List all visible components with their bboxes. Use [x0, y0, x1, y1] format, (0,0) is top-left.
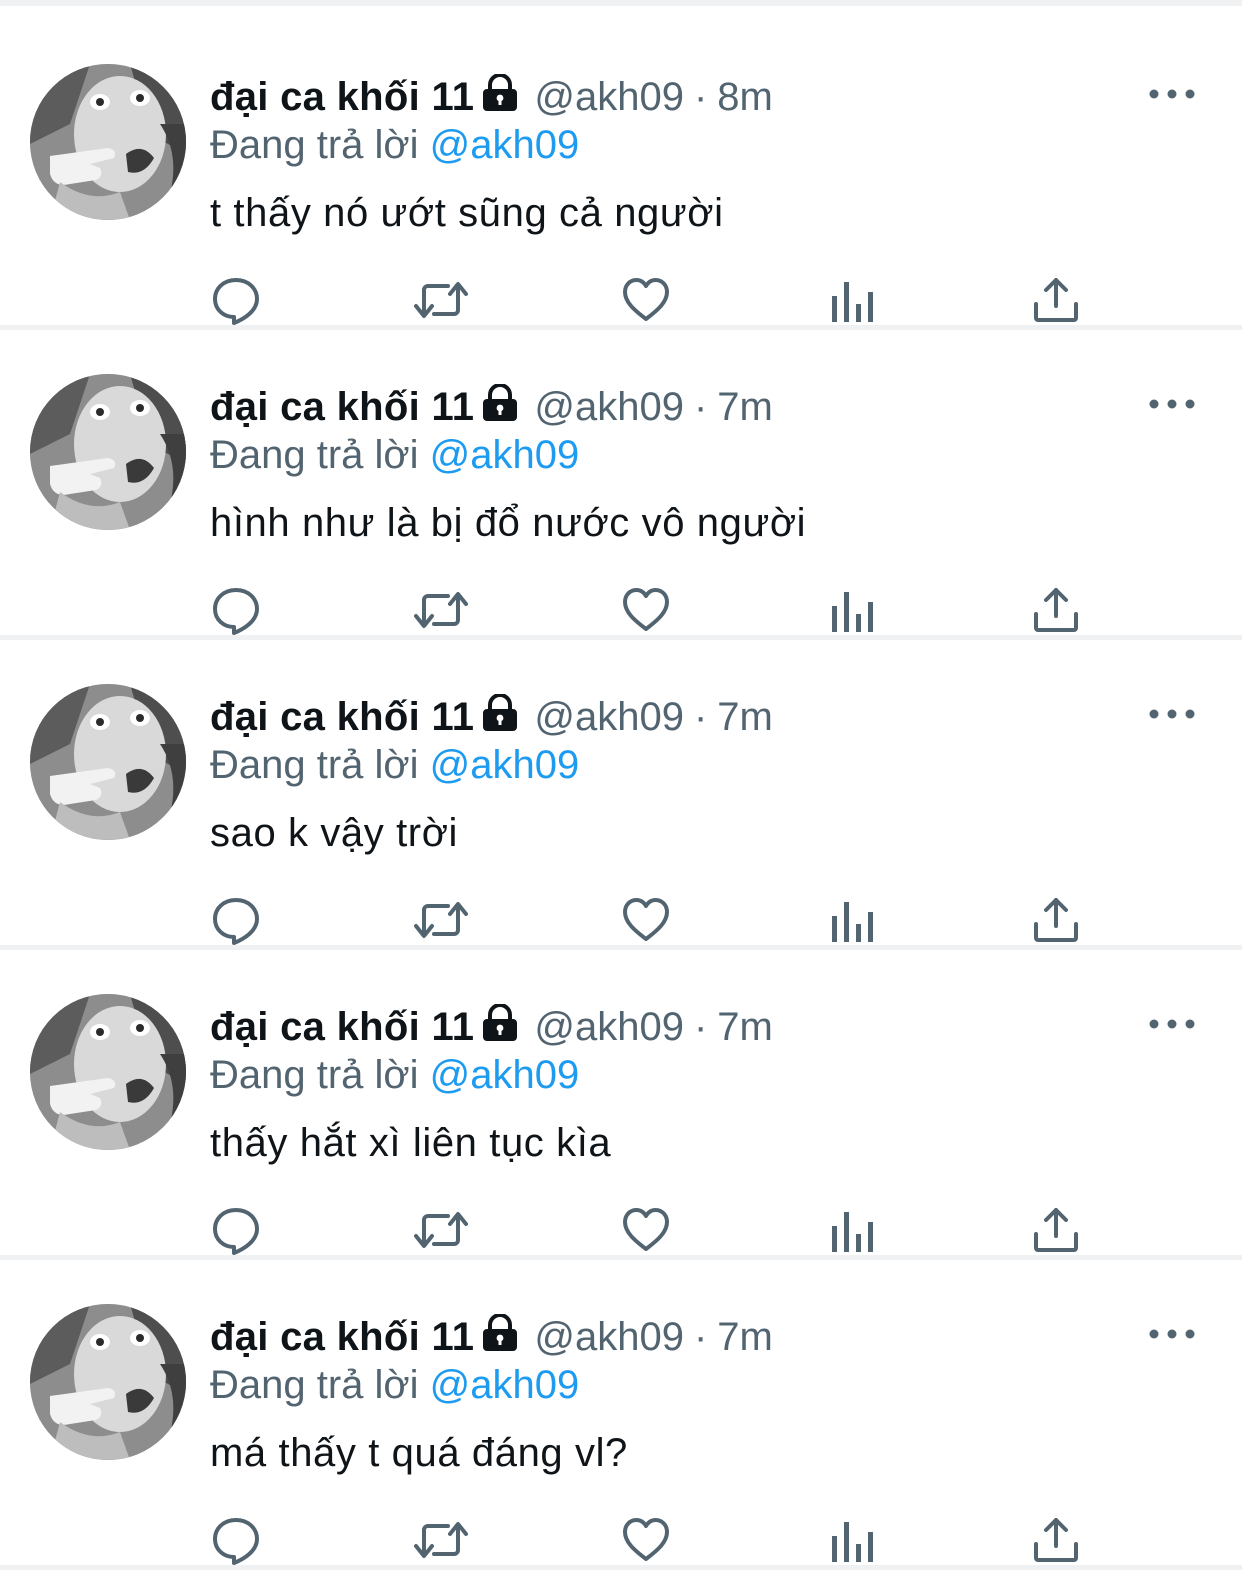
- retweet-icon[interactable]: [414, 1514, 468, 1566]
- tweet-text: thấy hắt xì liên tục kìa: [210, 1121, 612, 1165]
- share-icon[interactable]: [1030, 584, 1082, 636]
- share-icon[interactable]: [1030, 274, 1082, 326]
- avatar-image: [30, 64, 186, 220]
- reply-icon[interactable]: [210, 584, 262, 636]
- tweet-header: đại ca khối 11 @akh09 · 7m: [210, 382, 773, 432]
- tweet-header: đại ca khối 11 @akh09 · 8m: [210, 72, 773, 122]
- tweet-text: má thấy t quá đáng vl?: [210, 1431, 628, 1475]
- tweet[interactable]: đại ca khối 11 @akh09 · 7m Đang trả lời @ak…: [0, 330, 1242, 640]
- lock-icon: [480, 693, 520, 744]
- share-icon[interactable]: [1030, 1204, 1082, 1256]
- replying-to-label: Đang trả lời: [210, 433, 419, 477]
- lock-icon: [480, 1003, 520, 1054]
- tweet[interactable]: đại ca khối 11 @akh09 · 7m Đang trả lời @ak…: [0, 1260, 1242, 1570]
- more-icon[interactable]: [1148, 1006, 1196, 1042]
- timestamp[interactable]: 8m: [717, 75, 773, 119]
- retweet-icon[interactable]: [414, 1204, 468, 1256]
- separator-dot: ·: [693, 695, 708, 739]
- views-icon[interactable]: [828, 1514, 880, 1566]
- avatar-image: [30, 1304, 186, 1460]
- share-icon[interactable]: [1030, 894, 1082, 946]
- tweet-text: sao k vậy trời: [210, 811, 459, 855]
- avatar[interactable]: [30, 994, 186, 1150]
- tweet[interactable]: đại ca khối 11 @akh09 · 7m Đang trả lời @ak…: [0, 640, 1242, 950]
- replying-to: Đang trả lời @akh09: [210, 120, 579, 170]
- separator-dot: ·: [693, 1315, 708, 1359]
- reply-icon[interactable]: [210, 1514, 262, 1566]
- tweet[interactable]: đại ca khối 11 @akh09 · 7m Đang trả lời @ak…: [0, 950, 1242, 1260]
- views-icon[interactable]: [828, 274, 880, 326]
- retweet-icon[interactable]: [414, 584, 468, 636]
- username[interactable]: @akh09: [534, 1315, 684, 1359]
- tweet-text: hình như là bị đổ nước vô người: [210, 501, 807, 545]
- tweet-header: đại ca khối 11 @akh09 · 7m: [210, 1002, 773, 1052]
- views-icon[interactable]: [828, 584, 880, 636]
- avatar[interactable]: [30, 374, 186, 530]
- display-name[interactable]: đại ca khối 11: [210, 75, 474, 119]
- more-icon[interactable]: [1148, 696, 1196, 732]
- avatar[interactable]: [30, 684, 186, 840]
- avatar-image: [30, 684, 186, 840]
- display-name[interactable]: đại ca khối 11: [210, 695, 474, 739]
- lock-icon: [480, 73, 520, 124]
- replying-to: Đang trả lời @akh09: [210, 1050, 579, 1100]
- top-divider: [0, 0, 1242, 6]
- avatar-image: [30, 994, 186, 1150]
- replying-to-label: Đang trả lời: [210, 123, 419, 167]
- tweet-header: đại ca khối 11 @akh09 · 7m: [210, 1312, 773, 1362]
- username[interactable]: @akh09: [534, 1005, 684, 1049]
- like-icon[interactable]: [620, 1204, 672, 1256]
- timestamp[interactable]: 7m: [717, 1005, 773, 1049]
- reply-icon[interactable]: [210, 1204, 262, 1256]
- replying-to-mention[interactable]: @akh09: [430, 743, 580, 787]
- replying-to: Đang trả lời @akh09: [210, 1360, 579, 1410]
- replying-to: Đang trả lời @akh09: [210, 430, 579, 480]
- retweet-icon[interactable]: [414, 894, 468, 946]
- views-icon[interactable]: [828, 1204, 880, 1256]
- reply-icon[interactable]: [210, 894, 262, 946]
- tweet-header: đại ca khối 11 @akh09 · 7m: [210, 692, 773, 742]
- display-name[interactable]: đại ca khối 11: [210, 385, 474, 429]
- separator-dot: ·: [693, 1005, 708, 1049]
- like-icon[interactable]: [620, 1514, 672, 1566]
- separator-dot: ·: [693, 385, 708, 429]
- timestamp[interactable]: 7m: [717, 1315, 773, 1359]
- avatar-image: [30, 374, 186, 530]
- separator-dot: ·: [693, 75, 708, 119]
- replying-to-mention[interactable]: @akh09: [430, 123, 580, 167]
- reply-icon[interactable]: [210, 274, 262, 326]
- username[interactable]: @akh09: [534, 385, 684, 429]
- lock-icon: [480, 1313, 520, 1364]
- replying-to-label: Đang trả lời: [210, 1363, 419, 1407]
- tweet-text: t thấy nó ướt sũng cả người: [210, 191, 724, 235]
- lock-icon: [480, 383, 520, 434]
- username[interactable]: @akh09: [534, 695, 684, 739]
- tweet[interactable]: đại ca khối 11 @akh09 · 8m Đang trả lời @ak…: [0, 20, 1242, 330]
- avatar[interactable]: [30, 1304, 186, 1460]
- tweet-divider: [0, 1565, 1242, 1570]
- replying-to-mention[interactable]: @akh09: [430, 1053, 580, 1097]
- more-icon[interactable]: [1148, 76, 1196, 112]
- like-icon[interactable]: [620, 584, 672, 636]
- more-icon[interactable]: [1148, 386, 1196, 422]
- more-icon[interactable]: [1148, 1316, 1196, 1352]
- replying-to-mention[interactable]: @akh09: [430, 1363, 580, 1407]
- replying-to-label: Đang trả lời: [210, 1053, 419, 1097]
- username[interactable]: @akh09: [534, 75, 684, 119]
- timestamp[interactable]: 7m: [717, 385, 773, 429]
- display-name[interactable]: đại ca khối 11: [210, 1005, 474, 1049]
- reply-feed: đại ca khối 11 @akh09 · 8m Đang trả lời @ak…: [0, 0, 1242, 1577]
- replying-to: Đang trả lời @akh09: [210, 740, 579, 790]
- display-name[interactable]: đại ca khối 11: [210, 1315, 474, 1359]
- avatar[interactable]: [30, 64, 186, 220]
- views-icon[interactable]: [828, 894, 880, 946]
- replying-to-mention[interactable]: @akh09: [430, 433, 580, 477]
- retweet-icon[interactable]: [414, 274, 468, 326]
- replying-to-label: Đang trả lời: [210, 743, 419, 787]
- like-icon[interactable]: [620, 274, 672, 326]
- share-icon[interactable]: [1030, 1514, 1082, 1566]
- timestamp[interactable]: 7m: [717, 695, 773, 739]
- like-icon[interactable]: [620, 894, 672, 946]
